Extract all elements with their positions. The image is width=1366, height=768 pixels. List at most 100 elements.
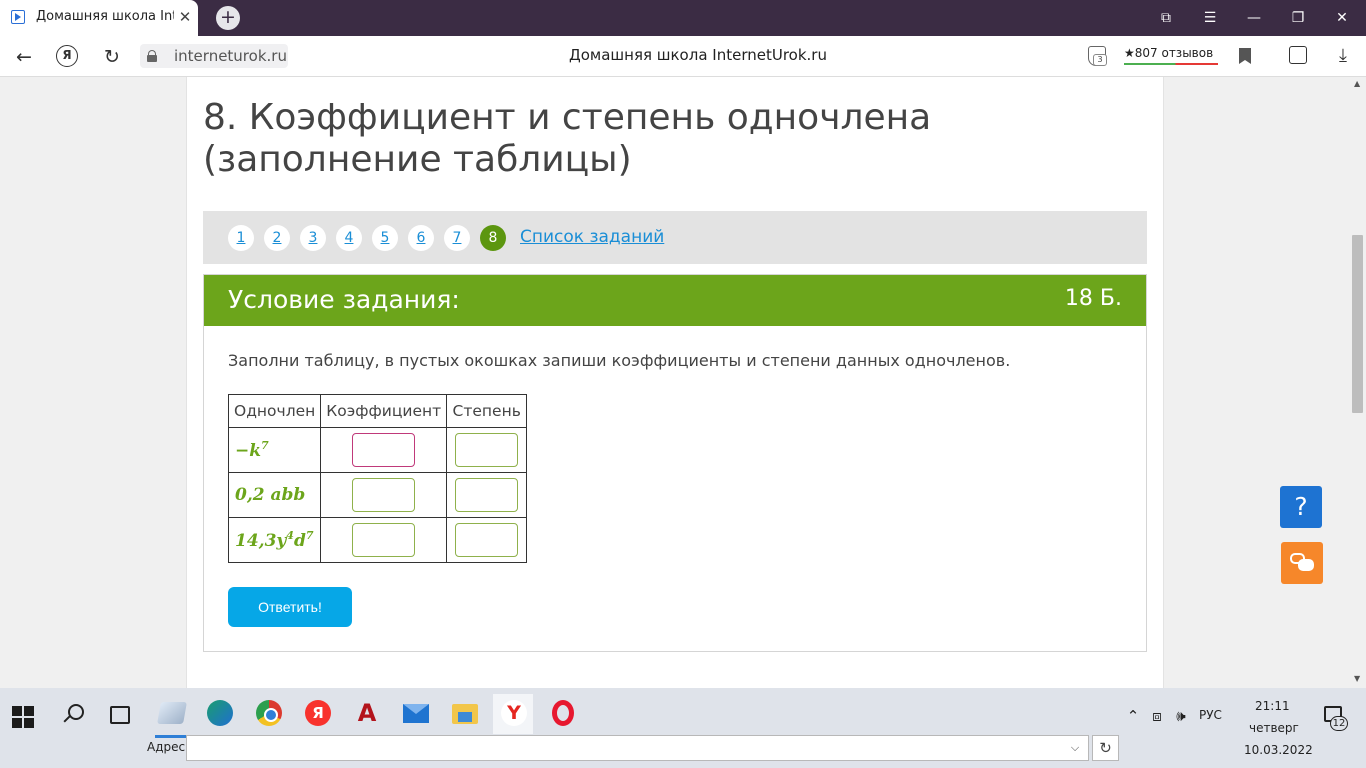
url-field[interactable]: interneturok.ru bbox=[140, 44, 288, 68]
menu-icon[interactable]: ☰ bbox=[1197, 6, 1223, 30]
taskbar-app-yandex[interactable]: Я bbox=[297, 694, 337, 734]
table-row: 0,2 abb bbox=[227, 472, 528, 518]
page-link-3[interactable]: 3 bbox=[300, 225, 326, 251]
taskbar-app-yandex-browser[interactable]: Y bbox=[493, 694, 533, 738]
coefficient-input[interactable] bbox=[352, 433, 416, 467]
collections-icon[interactable] bbox=[1289, 46, 1307, 64]
clock-day[interactable]: четверг bbox=[1249, 721, 1299, 735]
coefficient-input[interactable] bbox=[352, 478, 416, 512]
folder-icon bbox=[452, 704, 478, 724]
table-header: Одночлен bbox=[227, 394, 322, 428]
coefficient-input[interactable] bbox=[352, 523, 416, 557]
scroll-up-icon[interactable]: ▲ bbox=[1354, 79, 1360, 88]
address-toolbar-input[interactable] bbox=[186, 735, 1089, 761]
taskbar-app-chrome[interactable] bbox=[248, 694, 288, 738]
browser-toolbar: ← Я ↻ interneturok.ru Домашняя школа Int… bbox=[0, 36, 1366, 77]
page-link-8-active[interactable]: 8 bbox=[480, 225, 506, 251]
clock-date[interactable]: 10.03.2022 bbox=[1244, 743, 1313, 757]
bookmark-icon[interactable] bbox=[1239, 48, 1251, 64]
task-list-link[interactable]: Список заданий bbox=[520, 227, 664, 247]
edge-icon bbox=[207, 700, 233, 726]
submit-answer-button[interactable]: Ответить! bbox=[228, 587, 352, 627]
bookmarks-panel-icon[interactable]: ⧉ bbox=[1153, 6, 1179, 30]
table-row: 14,3y4d7 bbox=[227, 517, 528, 563]
degree-input[interactable] bbox=[455, 523, 519, 557]
minimize-icon[interactable]: — bbox=[1241, 6, 1267, 30]
monomial-exponent: 4 bbox=[286, 529, 294, 542]
table-cell bbox=[320, 427, 448, 473]
table-header-row: Одночлен Коэффициент Степень bbox=[227, 394, 528, 428]
table-header: Коэффициент bbox=[320, 394, 448, 428]
table-row: −k7 bbox=[227, 427, 528, 473]
help-button[interactable]: ? bbox=[1280, 486, 1322, 528]
windows-start-icon[interactable] bbox=[12, 706, 34, 728]
address-refresh-icon[interactable]: ↻ bbox=[1092, 735, 1119, 761]
table-header: Степень bbox=[446, 394, 528, 428]
monomial-exponent: 7 bbox=[261, 439, 269, 452]
table-cell bbox=[320, 472, 448, 518]
taskbar-app-mail[interactable] bbox=[395, 694, 435, 734]
taskbar-app-generic[interactable] bbox=[151, 694, 191, 738]
download-icon[interactable]: ⤓ bbox=[1331, 43, 1355, 69]
back-icon[interactable]: ← bbox=[11, 44, 37, 70]
table-cell bbox=[446, 517, 528, 563]
task-instruction: Заполни таблицу, в пустых окошках запиши… bbox=[228, 351, 1011, 370]
table-cell bbox=[446, 427, 528, 473]
restore-icon[interactable]: ❐ bbox=[1285, 6, 1311, 30]
opera-icon bbox=[552, 700, 574, 726]
page-link-5[interactable]: 5 bbox=[372, 225, 398, 251]
task-panel: Условие задания: 18 Б. Заполни таблицу, … bbox=[203, 274, 1147, 652]
reload-icon[interactable]: ↻ bbox=[99, 44, 125, 70]
page-link-4[interactable]: 4 bbox=[336, 225, 362, 251]
site-favicon-icon bbox=[11, 10, 25, 24]
url-text: interneturok.ru bbox=[174, 47, 287, 65]
page-link-2[interactable]: 2 bbox=[264, 225, 290, 251]
page-scrollbar[interactable]: ▲ ▼ bbox=[1350, 77, 1366, 688]
table-cell bbox=[446, 472, 528, 518]
browser-titlebar: Домашняя школа InternetUrok.ru ✕ + ⧉ ☰ —… bbox=[0, 0, 1366, 36]
taskbar-app-acrobat[interactable]: A bbox=[346, 694, 386, 734]
network-icon[interactable]: ⧈ bbox=[1148, 706, 1166, 726]
volume-icon[interactable]: 🕪 bbox=[1171, 706, 1191, 726]
lock-icon[interactable] bbox=[147, 50, 157, 62]
reviews-link[interactable]: ★807 отзывов bbox=[1124, 46, 1218, 66]
lesson-title: 8. Коэффициент и степень одночлена (запо… bbox=[203, 97, 932, 180]
tab-close-icon[interactable]: ✕ bbox=[176, 7, 194, 27]
new-tab-button[interactable]: + bbox=[216, 6, 240, 30]
task-view-icon[interactable] bbox=[110, 706, 130, 724]
close-window-icon[interactable]: ✕ bbox=[1329, 6, 1355, 30]
browser-tab[interactable]: Домашняя школа InternetUrok.ru ✕ bbox=[0, 0, 198, 36]
protect-count-badge: 3 bbox=[1093, 54, 1107, 66]
taskbar-app-opera[interactable] bbox=[542, 694, 582, 734]
windows-taskbar: Я A Y ⌃ ⧈ 🕪 РУС 21:11 четверг 10.03.2022… bbox=[0, 688, 1366, 768]
degree-input[interactable] bbox=[455, 433, 519, 467]
yandex-browser-icon: Y bbox=[501, 700, 527, 726]
chat-button[interactable] bbox=[1281, 542, 1323, 584]
monomial-table: Одночлен Коэффициент Степень −k7 0,2 abb… bbox=[227, 394, 528, 563]
page-link-7[interactable]: 7 bbox=[444, 225, 470, 251]
notifications-count: 12 bbox=[1330, 716, 1348, 731]
page-link-1[interactable]: 1 bbox=[228, 225, 254, 251]
taskbar-search-icon[interactable] bbox=[62, 704, 84, 724]
page-link-6[interactable]: 6 bbox=[408, 225, 434, 251]
mail-icon bbox=[403, 704, 429, 723]
tray-chevron-up-icon[interactable]: ⌃ bbox=[1124, 706, 1142, 726]
reviews-text: ★807 отзывов bbox=[1124, 46, 1214, 60]
address-dropdown-chevron-icon[interactable]: ⌵ bbox=[1067, 739, 1083, 757]
monomial-variable: d bbox=[293, 531, 306, 551]
task-header-title: Условие задания: bbox=[228, 285, 460, 314]
taskbar-app-explorer[interactable] bbox=[444, 694, 484, 738]
clock-time[interactable]: 21:11 bbox=[1255, 699, 1290, 713]
task-points: 18 Б. bbox=[1064, 286, 1122, 311]
monomial-base: 14,3y bbox=[235, 531, 287, 551]
task-pager: 1 2 3 4 5 6 7 8 Список заданий bbox=[203, 211, 1147, 264]
app-window-icon bbox=[157, 702, 187, 724]
scroll-thumb[interactable] bbox=[1352, 235, 1363, 413]
scroll-down-icon[interactable]: ▼ bbox=[1354, 674, 1360, 683]
page-viewport: 8. Коэффициент и степень одночлена (запо… bbox=[0, 77, 1350, 688]
degree-input[interactable] bbox=[455, 478, 519, 512]
taskbar-app-edge[interactable] bbox=[199, 694, 239, 734]
page-title-in-toolbar: Домашняя школа InternetUrok.ru bbox=[569, 46, 827, 64]
input-language[interactable]: РУС bbox=[1199, 708, 1222, 722]
yandex-icon[interactable]: Я bbox=[56, 45, 78, 67]
